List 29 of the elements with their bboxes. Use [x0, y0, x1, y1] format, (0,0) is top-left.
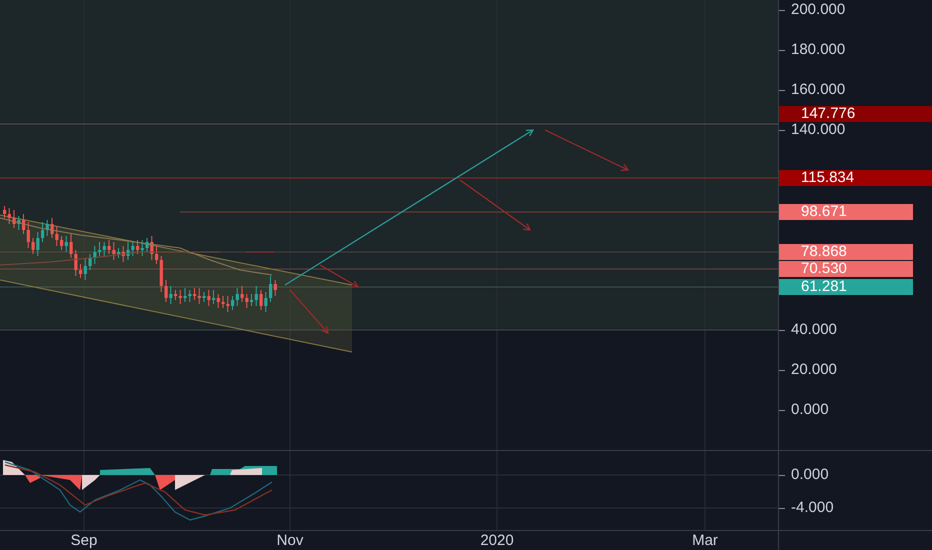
macd-label: 0.000 — [791, 466, 829, 484]
price-badge: 61.281 — [779, 279, 913, 295]
price-badge: 78.868 — [779, 244, 913, 260]
price-badge: 70.530 — [779, 261, 913, 277]
tick-mark — [779, 50, 785, 51]
arrow — [290, 290, 329, 334]
price-badge: 115.834 — [779, 170, 932, 186]
price-label: 20.000 — [791, 361, 837, 379]
price-label: 40.000 — [791, 321, 837, 339]
date-label: Nov — [276, 531, 304, 550]
tick-mark — [779, 330, 785, 331]
tick-mark — [779, 370, 785, 371]
price-label: 200.000 — [791, 1, 846, 19]
price-label: 160.000 — [791, 81, 846, 99]
price-label: 0.000 — [791, 401, 829, 419]
price-label: 180.000 — [791, 41, 846, 59]
price-badge: 147.776 — [779, 106, 932, 122]
tick-mark — [779, 10, 785, 11]
date-label: Sep — [70, 531, 98, 550]
date-label: Mar — [692, 531, 718, 550]
tick-mark — [779, 508, 785, 509]
tick-mark — [779, 90, 785, 91]
date-label: 2020 — [480, 531, 514, 550]
macd-label: -4.000 — [791, 499, 834, 517]
tick-mark — [779, 410, 785, 411]
price-label: 140.000 — [791, 121, 846, 139]
tick-mark — [779, 130, 785, 131]
tick-mark — [779, 475, 785, 476]
price-badge: 98.671 — [779, 204, 913, 220]
